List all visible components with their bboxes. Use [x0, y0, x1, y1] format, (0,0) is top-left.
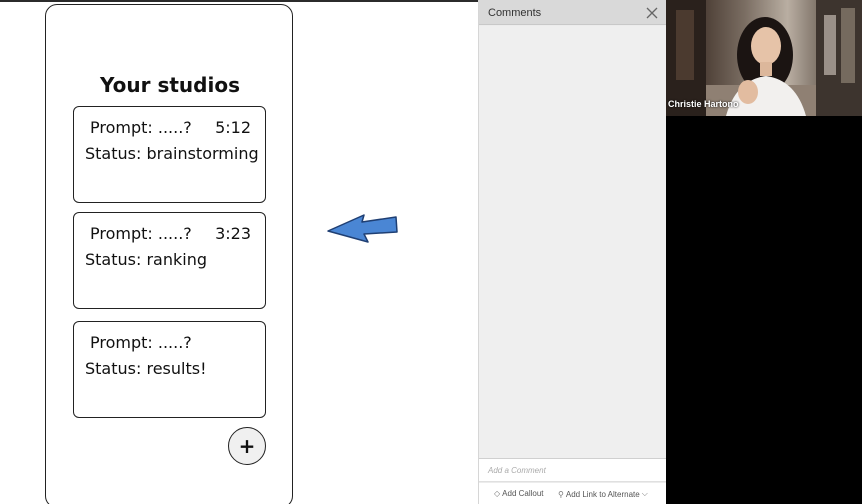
add-callout-button[interactable]: ◇ Add Callout — [494, 489, 544, 498]
comments-title: Comments — [488, 7, 542, 19]
callout-icon: ◇ — [494, 489, 501, 498]
comments-panel: Comments Add a Comment ◇ Add Callout ⚲ A… — [478, 0, 667, 504]
canvas-top-border — [0, 0, 478, 2]
comments-list — [479, 26, 667, 458]
card-status: Status: brainstorming — [85, 144, 259, 163]
comment-input-placeholder: Add a Comment — [488, 466, 546, 475]
participant-video[interactable]: Christie Hartono — [666, 0, 862, 116]
card-status: Status: ranking — [85, 250, 207, 269]
card-status: Status: results! — [85, 359, 207, 378]
link-icon: ⚲ — [558, 489, 564, 499]
card-timer: 3:23 — [215, 224, 251, 243]
studios-title: Your studios — [100, 73, 240, 97]
add-link-button[interactable]: ⚲ Add Link to Alternate ⌵ — [558, 489, 648, 499]
close-icon[interactable] — [645, 6, 659, 20]
add-studio-button[interactable]: + — [228, 427, 266, 465]
comments-footer: ◇ Add Callout ⚲ Add Link to Alternate ⌵ — [479, 483, 667, 504]
add-callout-label: Add Callout — [502, 489, 544, 498]
design-canvas: Your studios Prompt: .....? 5:12 Status:… — [0, 0, 478, 504]
video-panel: Christie Hartono — [666, 0, 862, 504]
comments-header: Comments — [479, 0, 667, 25]
studio-card[interactable]: Prompt: .....? 3:23 Status: ranking — [73, 212, 266, 309]
studio-card[interactable]: Prompt: .....? 5:12 Status: brainstormin… — [73, 106, 266, 203]
add-link-label: Add Link to Alternate — [565, 489, 640, 499]
studio-card[interactable]: Prompt: .....? Status: results! — [73, 321, 266, 418]
card-prompt: Prompt: .....? — [90, 118, 192, 137]
card-timer: 5:12 — [215, 118, 251, 137]
phone-mockup-frame: Your studios Prompt: .....? 5:12 Status:… — [45, 4, 293, 504]
left-arrow-icon — [327, 214, 398, 243]
participant-name: Christie Hartono — [668, 99, 739, 109]
card-prompt: Prompt: .....? — [90, 224, 192, 243]
chevron-down-icon: ⌵ — [641, 489, 648, 498]
card-prompt: Prompt: .....? — [90, 333, 192, 352]
comment-input[interactable]: Add a Comment — [479, 458, 667, 482]
